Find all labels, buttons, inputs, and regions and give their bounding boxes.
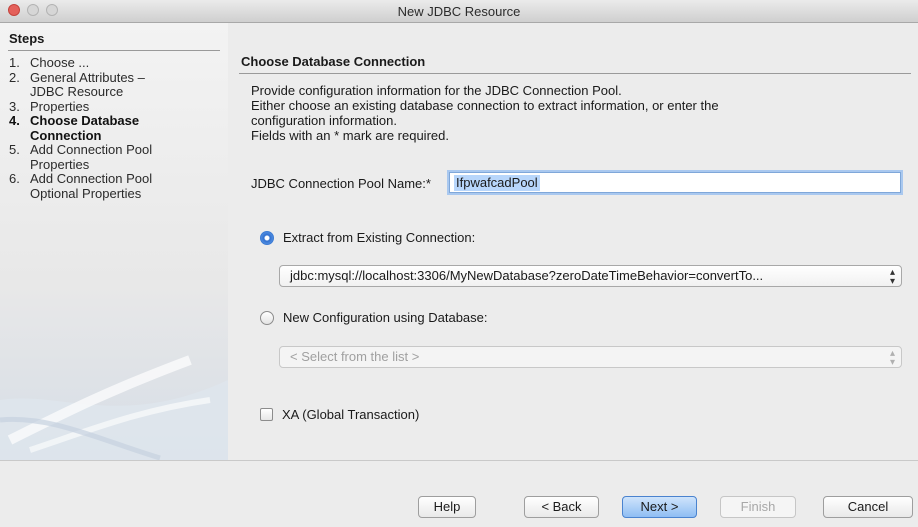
step-label: Choose Database Connection (30, 113, 140, 143)
step-label-line: Properties (30, 98, 90, 114)
extract-existing-label[interactable]: Extract from Existing Connection: (283, 230, 475, 245)
step-label-line: General Attributes – (30, 69, 145, 85)
existing-connection-select[interactable]: jdbc:mysql://localhost:3306/MyNewDatabas… (279, 265, 902, 287)
next-button[interactable]: Next > (622, 496, 697, 518)
step-label-line: Add Connection Pool (30, 171, 153, 186)
step-item: 6. Add Connection Pool Optional Properties (9, 171, 219, 201)
database-select-placeholder: < Select from the list > (290, 349, 420, 364)
finish-button[interactable]: Finish (720, 496, 796, 518)
wizard-decoration-graphic (0, 355, 228, 460)
step-item: 2. General Attributes – JDBC Resource (9, 69, 219, 100)
step-number: 1. (9, 55, 20, 70)
step-item: 5. Add Connection Pool Properties (9, 142, 219, 172)
step-label-line: Optional Properties (30, 185, 142, 201)
content-divider (239, 73, 911, 74)
step-number: 5. (9, 142, 20, 157)
new-configuration-radio[interactable] (260, 311, 274, 325)
step-label-line: Choose Database (30, 113, 140, 128)
steps-heading: Steps (9, 31, 45, 46)
select-arrows-icon: ▴ ▾ (889, 348, 895, 368)
step-label: Properties (30, 98, 90, 115)
help-button[interactable]: Help (418, 496, 476, 518)
steps-list: 1. Choose ... 2. General Attributes – JDBC R… (9, 55, 219, 201)
description-line: configuration information. (251, 113, 397, 128)
description-line: Provide configuration information for th… (251, 83, 622, 98)
existing-connection-value: jdbc:mysql://localhost:3306/MyNewDatabas… (290, 268, 764, 283)
step-number: 6. (9, 171, 20, 186)
step-label-line: Choose ... (30, 55, 90, 70)
description-line: Fields with an * mark are required. (251, 128, 449, 143)
step-label-line: Add Connection Pool (30, 142, 153, 157)
description-text: Provide configuration information for th… (251, 83, 871, 143)
step-number: 3. (9, 98, 20, 114)
description-line: Either choose an existing database conne… (251, 98, 719, 113)
button-bar-divider (0, 460, 918, 461)
select-arrows-icon: ▴ ▾ (889, 267, 895, 287)
pool-name-value: IfpwafcadPool (454, 175, 540, 191)
step-item: 1. Choose ... (9, 55, 219, 71)
wizard-window: New JDBC Resource Steps 1. Choose ... 2. Ge… (0, 0, 918, 527)
extract-existing-radio[interactable] (260, 231, 274, 245)
step-item: 3. Properties (9, 98, 219, 115)
content-panel: Choose Database Connection Provide confi… (231, 23, 918, 460)
window-title: New JDBC Resource (397, 4, 521, 19)
step-item: 4. Choose Database Connection (9, 113, 219, 143)
page-title: Choose Database Connection (241, 54, 426, 69)
step-label-line: Connection (30, 127, 102, 143)
xa-transaction-checkbox[interactable] (260, 408, 273, 421)
cancel-button[interactable]: Cancel (823, 496, 913, 518)
pool-name-label: JDBC Connection Pool Name:* (251, 176, 431, 191)
step-label-line: Properties (30, 156, 90, 172)
step-number: 4. (9, 113, 20, 128)
title-bar: New JDBC Resource (0, 0, 918, 23)
step-label: Choose ... (30, 55, 90, 71)
step-label-line: JDBC Resource (30, 84, 124, 99)
step-label: Add Connection Pool Properties (30, 142, 153, 172)
database-select[interactable]: < Select from the list > ▴ ▾ (279, 346, 902, 368)
steps-divider (8, 50, 220, 51)
step-label: General Attributes – JDBC Resource (30, 69, 145, 100)
new-configuration-label[interactable]: New Configuration using Database: (283, 310, 488, 325)
step-number: 2. (9, 69, 20, 85)
xa-transaction-label[interactable]: XA (Global Transaction) (282, 407, 419, 422)
step-label: Add Connection Pool Optional Properties (30, 171, 153, 201)
back-button[interactable]: < Back (524, 496, 599, 518)
